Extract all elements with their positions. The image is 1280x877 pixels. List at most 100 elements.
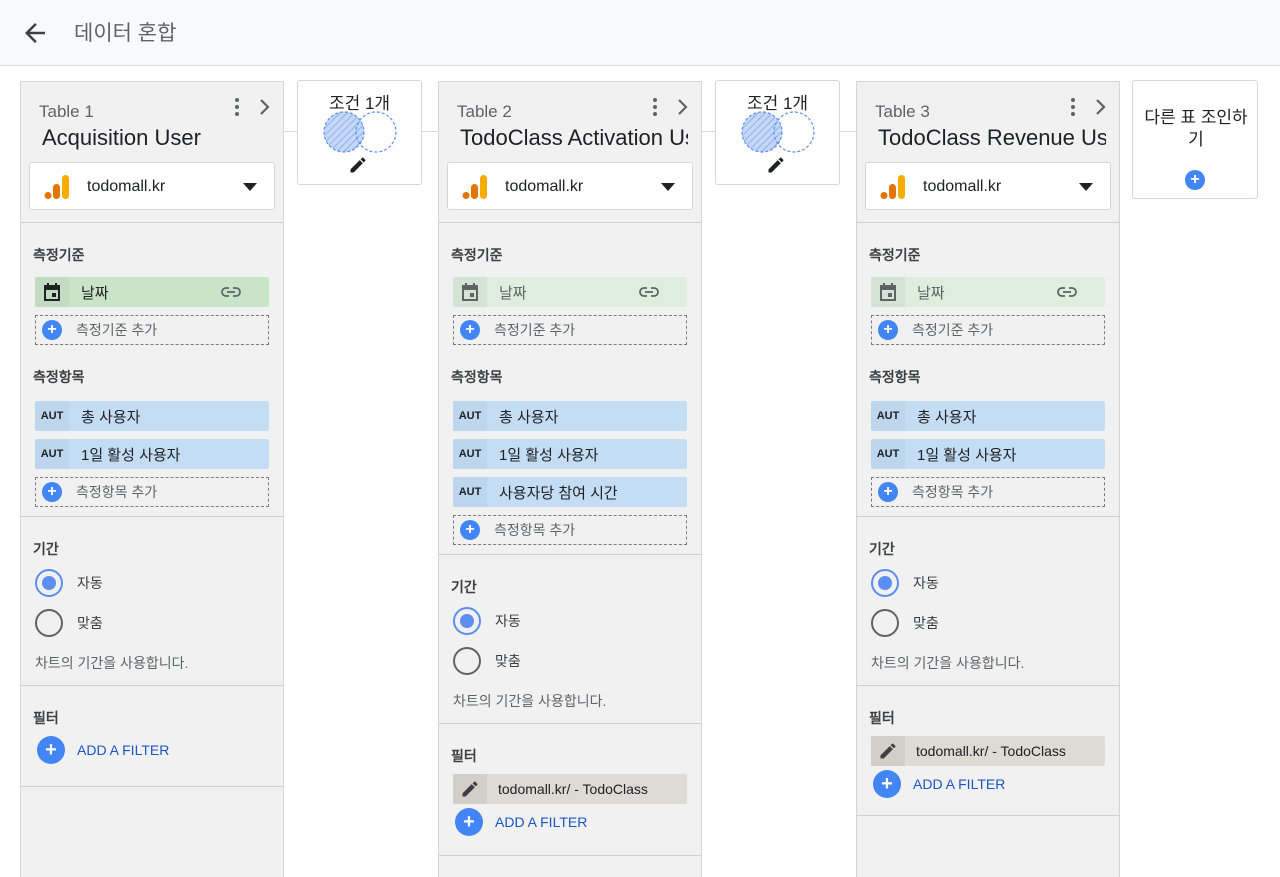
add-filter-button[interactable]: + ADD A FILTER (873, 768, 1107, 800)
metric-chip[interactable]: AUT 1일 활성 사용자 (35, 439, 269, 469)
add-dimension-label: 측정기준 추가 (494, 322, 576, 338)
add-filter-label: ADD A FILTER (77, 742, 170, 758)
table-name[interactable]: TodoClass Revenue User (878, 125, 1106, 151)
add-filter-button[interactable]: + ADD A FILTER (37, 734, 271, 766)
chevron-right-icon[interactable] (674, 96, 692, 118)
period-custom-label: 맞춤 (495, 653, 521, 669)
metric-chip[interactable]: AUT 1일 활성 사용자 (871, 439, 1105, 469)
table-name[interactable]: TodoClass Activation User (460, 125, 688, 151)
add-filter-label: ADD A FILTER (913, 776, 1006, 792)
add-filter-button[interactable]: + ADD A FILTER (455, 806, 689, 838)
period-custom-label: 맞춤 (913, 615, 939, 631)
add-circle-icon: + (37, 736, 65, 764)
chevron-right-icon[interactable] (256, 96, 274, 118)
add-dimension-label: 측정기준 추가 (912, 322, 994, 338)
filter-chip[interactable]: todomall.kr/ - TodoClass (871, 736, 1105, 766)
radio-unchecked-icon (35, 609, 63, 637)
period-custom-radio[interactable]: 맞춤 (869, 603, 1107, 643)
dimension-chip[interactable]: 날짜 (453, 277, 687, 307)
filter-label: todomall.kr/ - TodoClass (498, 781, 648, 797)
metric-section-title: 측정항목 (451, 369, 503, 385)
add-metric-label: 측정항목 추가 (912, 484, 994, 500)
more-vert-icon[interactable] (647, 95, 663, 121)
metric-section-title: 측정항목 (33, 369, 85, 385)
data-source-select[interactable]: todomall.kr (865, 162, 1111, 210)
calendar-icon (871, 277, 905, 307)
connector-line (282, 131, 298, 132)
add-metric-label: 측정항목 추가 (76, 484, 158, 500)
period-custom-radio[interactable]: 맞춤 (451, 641, 689, 681)
period-section-title: 기간 (869, 541, 895, 557)
period-custom-radio[interactable]: 맞춤 (33, 603, 271, 643)
link-icon[interactable] (1057, 285, 1077, 303)
add-metric-button[interactable]: + 측정항목 추가 (871, 477, 1105, 507)
data-source-select[interactable]: todomall.kr (29, 162, 275, 210)
filter-section-title: 필터 (869, 710, 895, 726)
filter-section-title: 필터 (451, 748, 477, 764)
add-metric-button[interactable]: + 측정항목 추가 (35, 477, 269, 507)
period-auto-radio[interactable]: 자동 (869, 563, 1107, 603)
more-vert-icon[interactable] (229, 95, 245, 121)
aggregation-badge: AUT (453, 439, 487, 469)
add-circle-icon: + (455, 808, 483, 836)
table-label: Table 2 (457, 102, 512, 121)
period-section: 기간 자동 맞춤 차트의 기간을 사용합니다. (21, 516, 283, 685)
metric-chip[interactable]: AUT 사용자당 참여 시간 (453, 477, 687, 507)
add-dimension-button[interactable]: + 측정기준 추가 (871, 315, 1105, 345)
add-dimension-button[interactable]: + 측정기준 추가 (35, 315, 269, 345)
metric-chip[interactable]: AUT 총 사용자 (871, 401, 1105, 431)
dimension-chip[interactable]: 날짜 (35, 277, 269, 307)
metric-chip[interactable]: AUT 1일 활성 사용자 (453, 439, 687, 469)
period-auto-radio[interactable]: 자동 (451, 601, 689, 641)
add-metric-label: 측정항목 추가 (494, 522, 576, 538)
left-outer-join-icon (741, 111, 815, 153)
more-vert-icon[interactable] (1065, 95, 1081, 121)
period-section-title: 기간 (451, 579, 477, 595)
aggregation-badge: AUT (35, 401, 69, 431)
metric-label: 1일 활성 사용자 (499, 446, 599, 464)
top-bar: 데이터 혼합 (0, 0, 1280, 66)
metric-section-title: 측정항목 (869, 369, 921, 385)
dimension-chip[interactable]: 날짜 (871, 277, 1105, 307)
metric-label: 1일 활성 사용자 (81, 446, 181, 464)
join-another-table-button[interactable]: 다른 표 조인하기 + (1132, 80, 1258, 199)
google-analytics-icon (880, 175, 905, 199)
link-icon[interactable] (639, 285, 659, 303)
chevron-right-icon[interactable] (1092, 96, 1110, 118)
period-auto-label: 자동 (495, 613, 521, 629)
page-title: 데이터 혼합 (74, 22, 177, 45)
link-icon[interactable] (221, 285, 241, 303)
data-source-name: todomall.kr (505, 178, 584, 195)
filter-label: todomall.kr/ - TodoClass (916, 743, 1066, 759)
period-note: 차트의 기간을 사용합니다. (453, 693, 607, 709)
dropdown-arrow-icon (661, 183, 675, 191)
join-config-2[interactable]: 조건 1개 (715, 80, 840, 185)
aggregation-badge: AUT (871, 439, 905, 469)
panel-divider (439, 855, 701, 856)
aggregation-badge: AUT (871, 401, 905, 431)
back-arrow-icon[interactable] (20, 18, 50, 48)
period-auto-radio[interactable]: 자동 (33, 563, 271, 603)
dimension-section-title: 측정기준 (33, 247, 85, 263)
data-source-select[interactable]: todomall.kr (447, 162, 693, 210)
filter-section: 필터 todomall.kr/ - TodoClass + ADD A FILTE… (439, 723, 701, 855)
add-circle-icon: + (42, 320, 62, 340)
filter-chip[interactable]: todomall.kr/ - TodoClass (453, 774, 687, 804)
period-note: 차트의 기간을 사용합니다. (35, 655, 189, 671)
add-circle-icon: + (878, 320, 898, 340)
join-config-1[interactable]: 조건 1개 (297, 80, 422, 185)
period-auto-label: 자동 (913, 575, 939, 591)
table-panel-2: Table 2 TodoClass Activation User todoma… (438, 81, 702, 877)
add-filter-label: ADD A FILTER (495, 814, 588, 830)
metric-chip[interactable]: AUT 총 사용자 (35, 401, 269, 431)
metric-chip[interactable]: AUT 총 사용자 (453, 401, 687, 431)
table-name[interactable]: Acquisition User (42, 125, 270, 151)
period-section: 기간 자동 맞춤 차트의 기간을 사용합니다. (857, 516, 1119, 685)
aggregation-badge: AUT (35, 439, 69, 469)
dimension-metric-section: 측정기준 날짜 + 측정기준 추가 측정항목 AUT 총 사용자 AUT 1일 활성 … (857, 222, 1119, 516)
add-dimension-button[interactable]: + 측정기준 추가 (453, 315, 687, 345)
add-metric-button[interactable]: + 측정항목 추가 (453, 515, 687, 545)
radio-unchecked-icon (453, 647, 481, 675)
pencil-icon (871, 736, 905, 766)
filter-section: 필터 + ADD A FILTER (21, 685, 283, 786)
